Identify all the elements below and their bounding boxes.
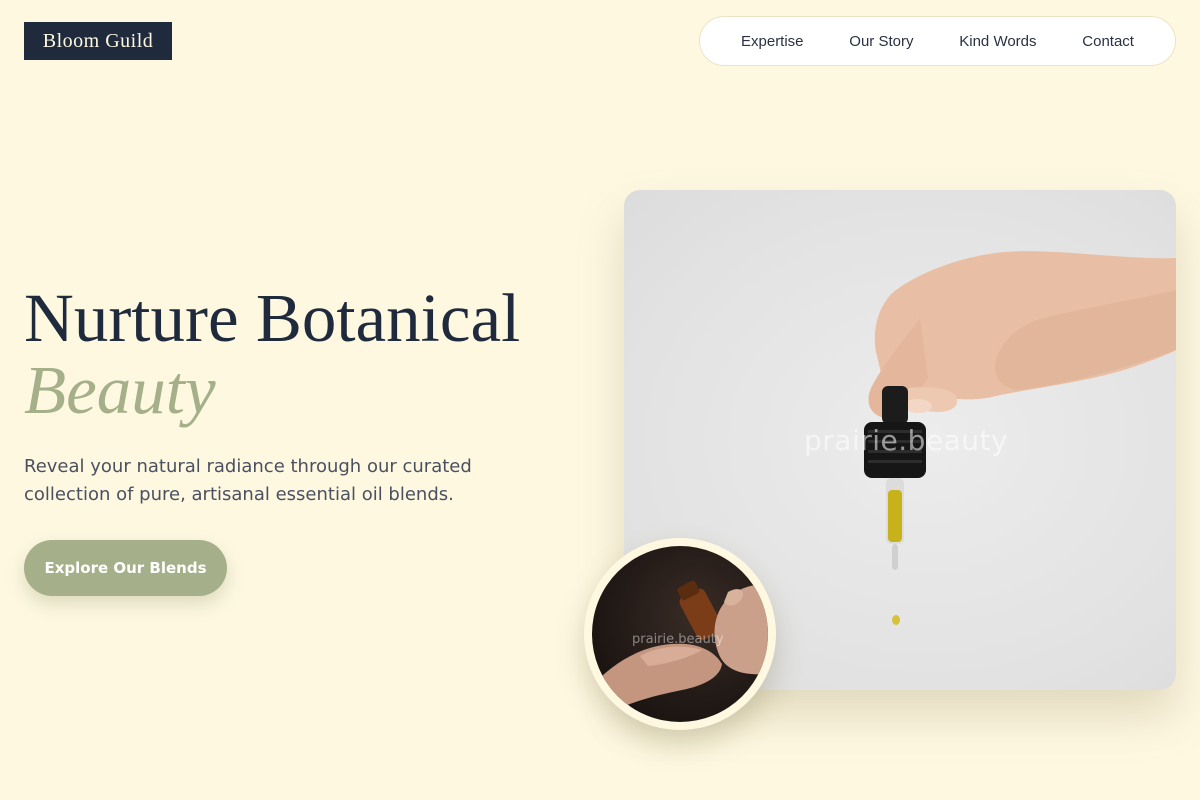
inset-image-watermark: prairie.beauty — [632, 632, 724, 647]
hero-title-line1: Nurture Botanical — [24, 280, 521, 356]
main-nav: Expertise Our Story Kind Words Contact — [699, 16, 1176, 66]
explore-blends-button[interactable]: Explore Our Blends — [24, 540, 227, 596]
inset-image-frame: prairie.beauty — [584, 538, 776, 730]
page: Bloom Guild Expertise Our Story Kind Wor… — [0, 0, 1200, 800]
hero-title: Nurture Botanical Beauty — [24, 282, 520, 426]
nav-item-contact[interactable]: Contact — [1082, 33, 1134, 50]
hero-title-line2: Beauty — [24, 352, 216, 428]
brand-logo[interactable]: Bloom Guild — [24, 22, 172, 60]
nav-item-kind-words[interactable]: Kind Words — [959, 33, 1036, 50]
nav-item-our-story[interactable]: Our Story — [849, 33, 913, 50]
inset-image-oil-bottle: prairie.beauty — [592, 546, 768, 722]
hero-subtitle: Reveal your natural radiance through our… — [24, 456, 472, 505]
main-image-watermark: prairie.beauty — [804, 424, 1009, 457]
nav-item-expertise[interactable]: Expertise — [741, 33, 804, 50]
